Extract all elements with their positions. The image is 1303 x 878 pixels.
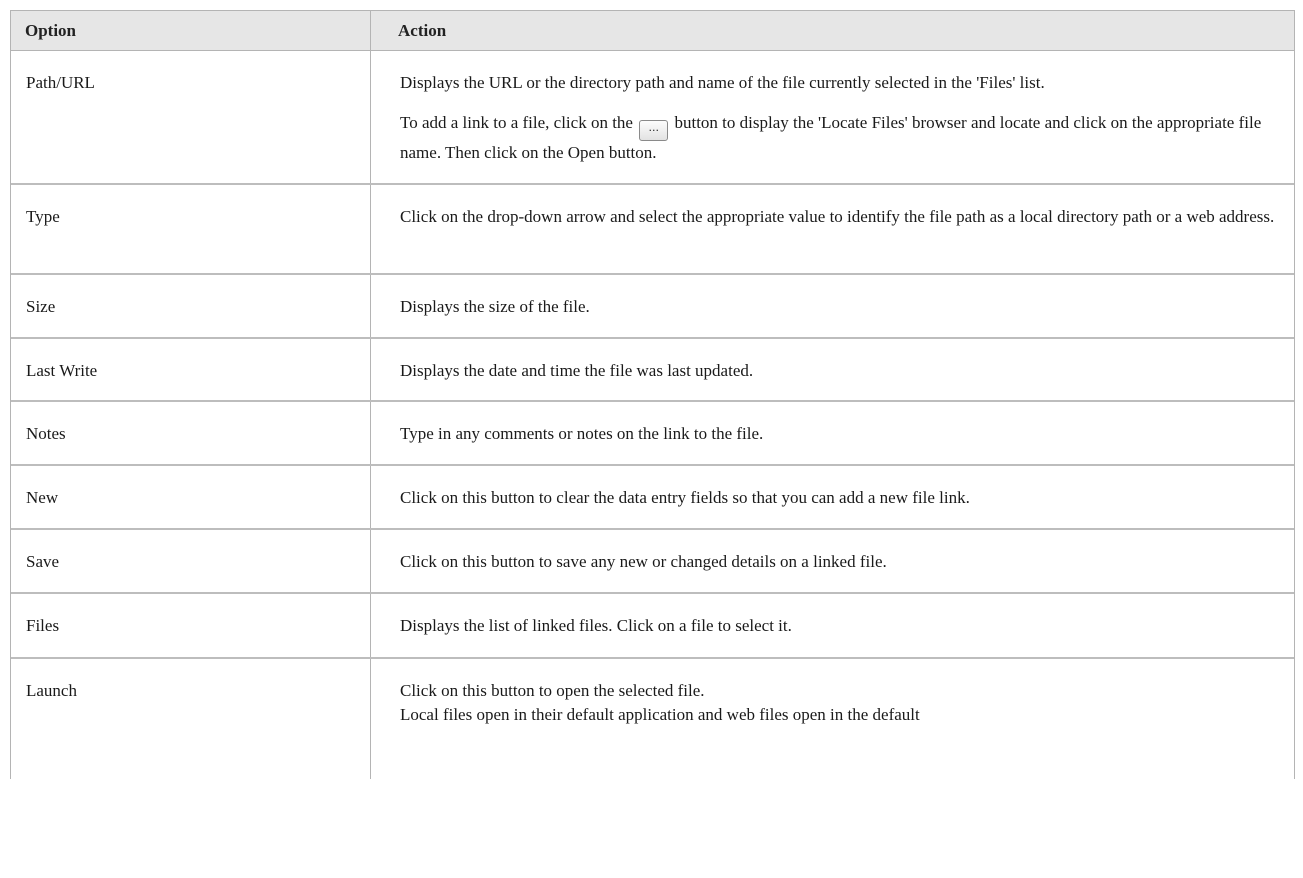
action-cell: Displays the URL or the directory path a…	[371, 51, 1294, 183]
ellipsis-button-icon: ...	[639, 120, 669, 141]
table-row: Files Displays the list of linked files.…	[11, 594, 1294, 659]
action-cell: Click on this button to save any new or …	[400, 552, 887, 571]
action-text: Local files open in their default applic…	[400, 705, 920, 724]
table-row: Launch Click on this button to open the …	[11, 659, 1294, 779]
option-cell: Save	[11, 530, 371, 592]
action-cell: Type in any comments or notes on the lin…	[400, 424, 764, 443]
table-row: Save Click on this button to save any ne…	[11, 530, 1294, 594]
action-cell: Click on the drop-down arrow and select …	[400, 207, 1275, 226]
header-action: Action	[398, 21, 447, 40]
action-cell: Click on this button to open the selecte…	[371, 659, 1294, 779]
options-table: Option Action Path/URL Displays the URL …	[10, 10, 1295, 779]
table-row: Path/URL Displays the URL or the directo…	[11, 51, 1294, 185]
header-option: Option	[11, 11, 371, 50]
option-cell: Notes	[11, 402, 371, 464]
table-row: Last Write Displays the date and time th…	[11, 339, 1294, 402]
option-cell: Launch	[11, 659, 371, 779]
table-header: Option Action	[11, 11, 1294, 51]
action-text: Click on this button to open the selecte…	[400, 681, 705, 700]
option-cell: Last Write	[11, 339, 371, 400]
option-cell: Type	[11, 185, 371, 273]
option-cell: Files	[11, 594, 371, 657]
table-row: Size Displays the size of the file.	[11, 275, 1294, 339]
action-cell: Click on this button to clear the data e…	[400, 488, 970, 507]
option-cell: Size	[11, 275, 371, 337]
action-text-before: To add a link to a file, click on the	[400, 113, 633, 132]
action-cell: Displays the list of linked files. Click…	[400, 616, 792, 635]
option-cell: Path/URL	[11, 51, 371, 183]
action-text: Displays the URL or the directory path a…	[400, 73, 1045, 92]
action-cell: Displays the date and time the file was …	[400, 361, 754, 380]
action-text: To add a link to a file, click on the ..…	[400, 111, 1284, 165]
action-cell: Displays the size of the file.	[400, 297, 590, 316]
table-row: Notes Type in any comments or notes on t…	[11, 402, 1294, 466]
table-row: New Click on this button to clear the da…	[11, 466, 1294, 530]
option-cell: New	[11, 466, 371, 528]
table-row: Type Click on the drop-down arrow and se…	[11, 185, 1294, 275]
